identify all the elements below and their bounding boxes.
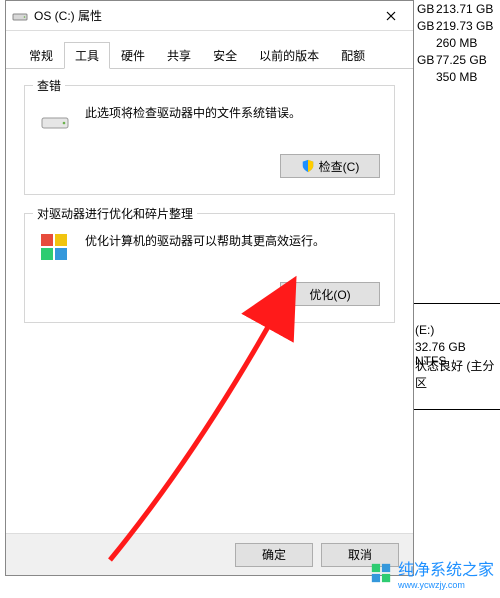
bg-size-4: 77.25 GB — [436, 53, 487, 67]
group-check-title: 查错 — [33, 77, 65, 94]
check-button-label: 检查(C) — [319, 158, 360, 175]
bg-size-5: 350 MB — [436, 70, 477, 84]
watermark: 纯净系统之家 www.ycwzjy.com — [370, 556, 494, 590]
tab-sharing[interactable]: 共享 — [156, 42, 202, 69]
bg-drive-e-label: (E:) — [415, 323, 434, 337]
bg-unit-2: GB — [417, 19, 434, 33]
bg-drive-e-status: 状态良好 (主分区 — [415, 357, 500, 391]
bg-unit-1: GB — [417, 2, 434, 16]
bg-unit-4: GB — [417, 53, 434, 67]
tab-bar: 常规 工具 硬件 共享 安全 以前的版本 配额 — [6, 31, 413, 69]
group-defrag: 对驱动器进行优化和碎片整理 优化计算机的驱动器可以帮助其更高效运行。 优化(O) — [24, 213, 395, 323]
group-defrag-desc: 优化计算机的驱动器可以帮助其更高效运行。 — [85, 232, 325, 250]
close-button[interactable] — [369, 1, 413, 31]
close-icon — [386, 11, 396, 21]
bg-size-1: 213.71 GB — [436, 2, 493, 16]
ok-button[interactable]: 确定 — [235, 543, 313, 567]
tab-pane: 查错 此选项将检查驱动器中的文件系统错误。 检查(C) 对驱动 — [6, 69, 413, 357]
bg-size-2: 219.73 GB — [436, 19, 493, 33]
optimize-button-label: 优化(O) — [309, 286, 350, 303]
tab-quota[interactable]: 配额 — [330, 42, 376, 69]
titlebar[interactable]: OS (C:) 属性 — [6, 1, 413, 31]
watermark-text: 纯净系统之家 — [398, 556, 494, 580]
tab-previous-versions[interactable]: 以前的版本 — [248, 42, 330, 69]
properties-dialog: OS (C:) 属性 常规 工具 硬件 共享 安全 以前的版本 配额 查错 此选… — [5, 0, 414, 576]
shield-icon — [301, 159, 315, 173]
tab-general[interactable]: 常规 — [18, 42, 64, 69]
bg-size-3: 260 MB — [436, 36, 477, 50]
dialog-title: OS (C:) 属性 — [34, 7, 102, 24]
check-button[interactable]: 检查(C) — [280, 154, 380, 178]
group-check-errors: 查错 此选项将检查驱动器中的文件系统错误。 检查(C) — [24, 85, 395, 195]
optimize-button[interactable]: 优化(O) — [280, 282, 380, 306]
tab-tools[interactable]: 工具 — [64, 42, 110, 69]
tab-hardware[interactable]: 硬件 — [110, 42, 156, 69]
dialog-footer: 确定 取消 — [6, 533, 413, 575]
group-defrag-title: 对驱动器进行优化和碎片整理 — [33, 205, 197, 222]
tab-security[interactable]: 安全 — [202, 42, 248, 69]
group-check-desc: 此选项将检查驱动器中的文件系统错误。 — [85, 104, 301, 122]
drive-icon — [12, 8, 28, 24]
watermark-logo-icon — [370, 562, 392, 584]
defrag-icon — [39, 232, 71, 264]
drive-check-icon — [39, 104, 71, 136]
watermark-url: www.ycwzjy.com — [398, 580, 494, 590]
